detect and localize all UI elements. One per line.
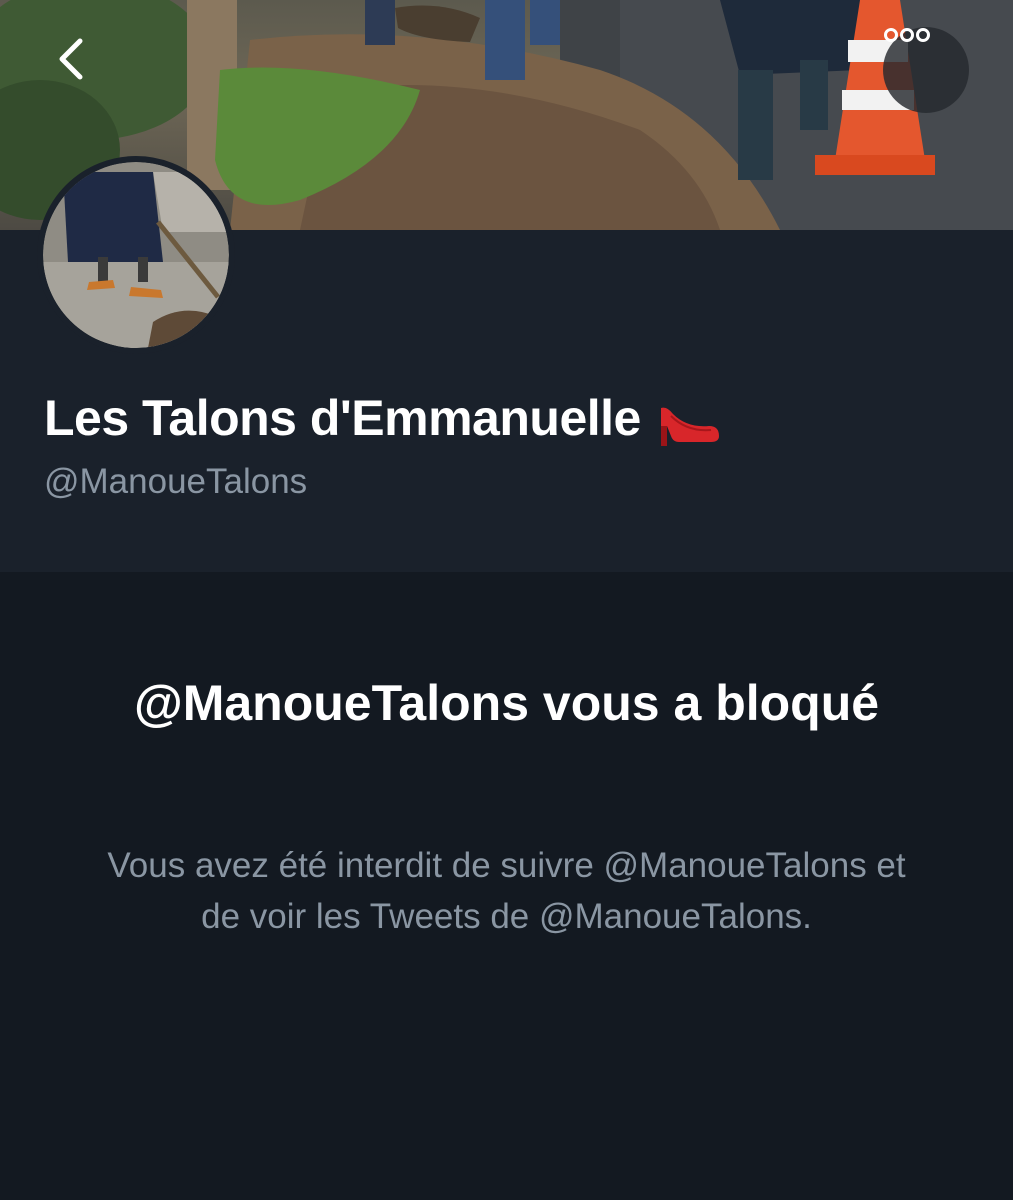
display-name-text: Les Talons d'Emmanuelle [44, 390, 641, 446]
blocked-title: @ManoueTalons vous a bloqué [133, 675, 880, 731]
profile-handle: @ManoueTalons [44, 462, 308, 501]
high-heel-shoe-icon [657, 386, 721, 450]
chevron-left-icon [59, 38, 83, 80]
back-button[interactable] [52, 37, 118, 103]
blocked-description: Vous avez été interdit de suivre @Manoue… [107, 846, 906, 936]
avatar[interactable] [37, 156, 235, 354]
more-options-button[interactable] [883, 27, 969, 113]
display-name: Les Talons d'Emmanuelle [44, 386, 721, 450]
more-options-icon [884, 28, 930, 42]
